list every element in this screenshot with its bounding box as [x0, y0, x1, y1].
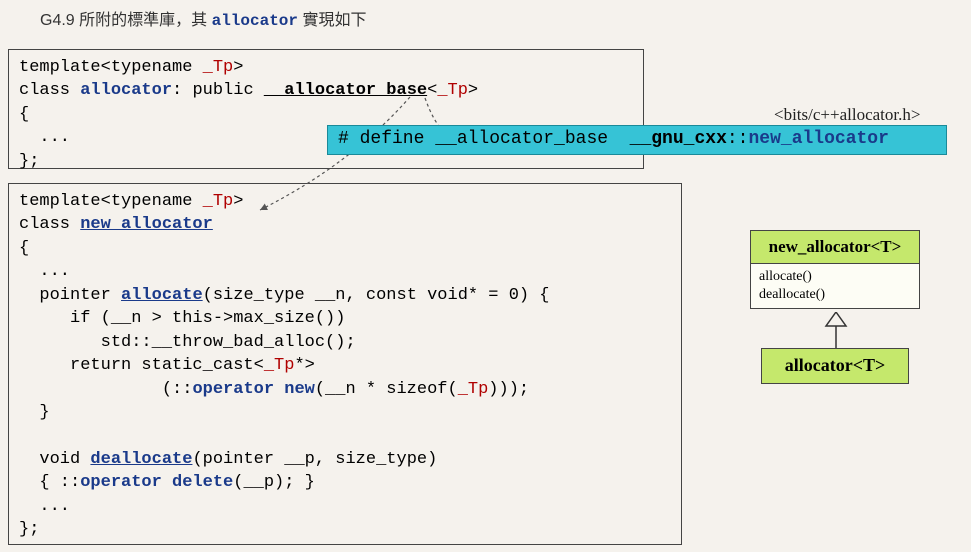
b2l9a: (::: [19, 380, 192, 399]
b2l1b: _Tp: [203, 192, 234, 211]
b2l14: ...: [19, 497, 70, 516]
b2l12b: deallocate: [90, 450, 192, 469]
l2c: : public: [172, 81, 264, 100]
code-define-macro: # define __allocator_base __gnu_cxx::new…: [327, 125, 947, 155]
l2b: allocator: [80, 81, 172, 100]
b2l4: ...: [19, 262, 70, 281]
uml-new-allocator: new_allocator<T> allocate() deallocate(): [750, 230, 920, 309]
b2l13a: { ::: [19, 473, 80, 492]
b2l9e: )));: [488, 380, 529, 399]
code-new-allocator-class: template<typename _Tp> class new_allocat…: [8, 183, 682, 545]
uml-method-allocate: allocate(): [759, 268, 911, 286]
l2d: __allocator_base: [264, 81, 427, 100]
b2l6: if (__n > this->max_size()): [19, 309, 345, 328]
l2a: class: [19, 81, 80, 100]
def-d: new_allocator: [748, 129, 888, 149]
b2l9d: _Tp: [458, 380, 489, 399]
uml-inherit-arrow-icon: [824, 312, 848, 348]
b2l1a: template<typename: [19, 192, 203, 211]
b2l5c: (size_type __n, const void* = 0) {: [203, 286, 550, 305]
l2f: _Tp: [437, 81, 468, 100]
b2l2a: class: [19, 215, 80, 234]
b2l8c: *>: [294, 356, 314, 375]
uml-new-allocator-body: allocate() deallocate(): [751, 264, 919, 308]
def-b: __gnu_cxx: [630, 129, 727, 149]
b2l2b: new_allocator: [80, 215, 213, 234]
b2l8b: _Tp: [264, 356, 295, 375]
b2l15: };: [19, 520, 39, 539]
l4: ...: [19, 128, 70, 147]
b2l9b: operator new: [192, 380, 314, 399]
b2l12a: void: [19, 450, 90, 469]
l5: };: [19, 152, 39, 171]
title-suffix: 實現如下: [298, 12, 366, 29]
title-keyword: allocator: [212, 12, 298, 30]
l3: {: [19, 105, 29, 124]
b2l10: }: [19, 403, 50, 422]
b2l7: std::__throw_bad_alloc();: [19, 333, 356, 352]
l1b: _Tp: [203, 58, 234, 77]
uml-allocator-title: allocator<T>: [785, 355, 886, 375]
slide-title: G4.9 所附的標準庫，其 allocator 實現如下: [40, 6, 366, 30]
b2l3: {: [19, 239, 29, 258]
uml-allocator: allocator<T>: [761, 348, 909, 384]
def-c: ::: [727, 129, 749, 149]
uml-method-deallocate: deallocate(): [759, 286, 911, 304]
l1a: template<typename: [19, 58, 203, 77]
b2l13b: operator delete: [80, 473, 233, 492]
b2l8a: return static_cast<: [19, 356, 264, 375]
l2g: >: [468, 81, 478, 100]
b2l12c: (pointer __p, size_type): [192, 450, 437, 469]
title-prefix: G4.9 所附的標準庫，其: [40, 12, 212, 29]
b2l5b: allocate: [121, 286, 203, 305]
b2l13c: (__p); }: [233, 473, 315, 492]
b2l5a: pointer: [19, 286, 121, 305]
uml-new-allocator-title: new_allocator<T>: [751, 231, 919, 264]
b2l1c: >: [233, 192, 243, 211]
l2e: <: [427, 81, 437, 100]
header-cxx-allocator-h: <bits/c++allocator.h>: [774, 105, 920, 125]
l1c: >: [233, 58, 243, 77]
b2l9c: (__n * sizeof(: [315, 380, 458, 399]
def-a: # define __allocator_base: [338, 129, 630, 149]
